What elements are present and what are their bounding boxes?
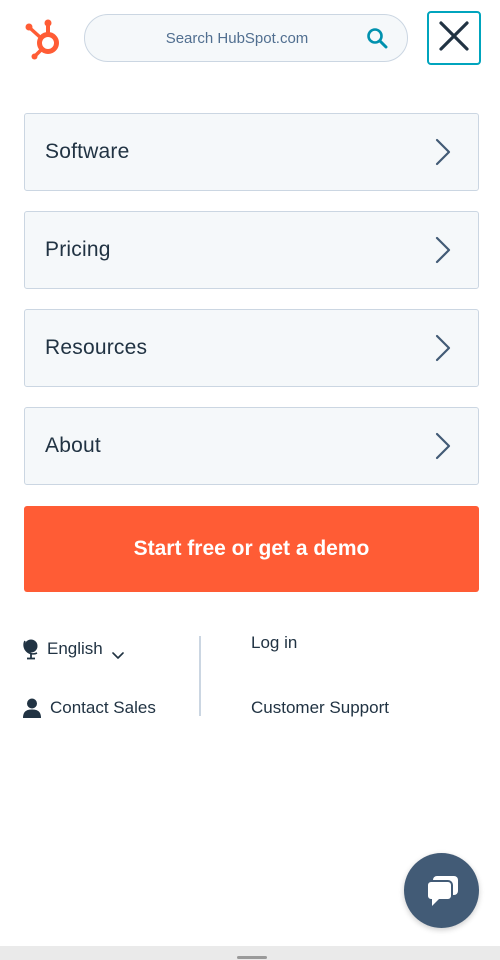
hubspot-logo-icon[interactable] [22, 16, 66, 60]
nav-item-label: Resources [45, 336, 148, 359]
chevron-right-icon [434, 137, 452, 167]
start-free-button[interactable]: Start free or get a demo [24, 506, 479, 592]
nav-item-label: About [45, 434, 101, 457]
chevron-right-icon [434, 333, 452, 363]
language-selector[interactable]: English [22, 638, 124, 660]
customer-support-label: Customer Support [251, 698, 389, 717]
nav-item-software[interactable]: Software [24, 113, 479, 191]
contact-sales-link[interactable]: Contact Sales [22, 697, 156, 719]
chevron-down-icon [111, 645, 124, 659]
person-icon [22, 697, 42, 719]
nav-item-label: Software [45, 140, 130, 163]
chevron-right-icon [434, 431, 452, 461]
language-label: English [47, 639, 103, 658]
search-placeholder: Search HubSpot.com [165, 29, 309, 47]
search-input[interactable]: Search HubSpot.com [84, 14, 408, 62]
nav-item-resources[interactable]: Resources [24, 309, 479, 387]
search-icon[interactable] [365, 26, 389, 50]
chevron-right-icon [434, 235, 452, 265]
close-menu-button[interactable] [427, 11, 481, 65]
globe-icon [22, 638, 40, 660]
chat-bubble-icon [422, 871, 462, 911]
log-in-label: Log in [251, 633, 298, 652]
nav-item-label: Pricing [45, 238, 111, 261]
footer-divider [199, 636, 201, 716]
chat-launcher-button[interactable] [404, 853, 479, 928]
start-free-label: Start free or get a demo [133, 537, 370, 560]
close-icon [437, 19, 471, 58]
customer-support-link[interactable]: Customer Support [251, 698, 389, 718]
nav-item-pricing[interactable]: Pricing [24, 211, 479, 289]
resize-handle[interactable] [237, 956, 267, 959]
log-in-link[interactable]: Log in [251, 633, 297, 653]
nav-item-about[interactable]: About [24, 407, 479, 485]
contact-sales-label: Contact Sales [50, 698, 156, 717]
top-edge [0, 0, 500, 4]
